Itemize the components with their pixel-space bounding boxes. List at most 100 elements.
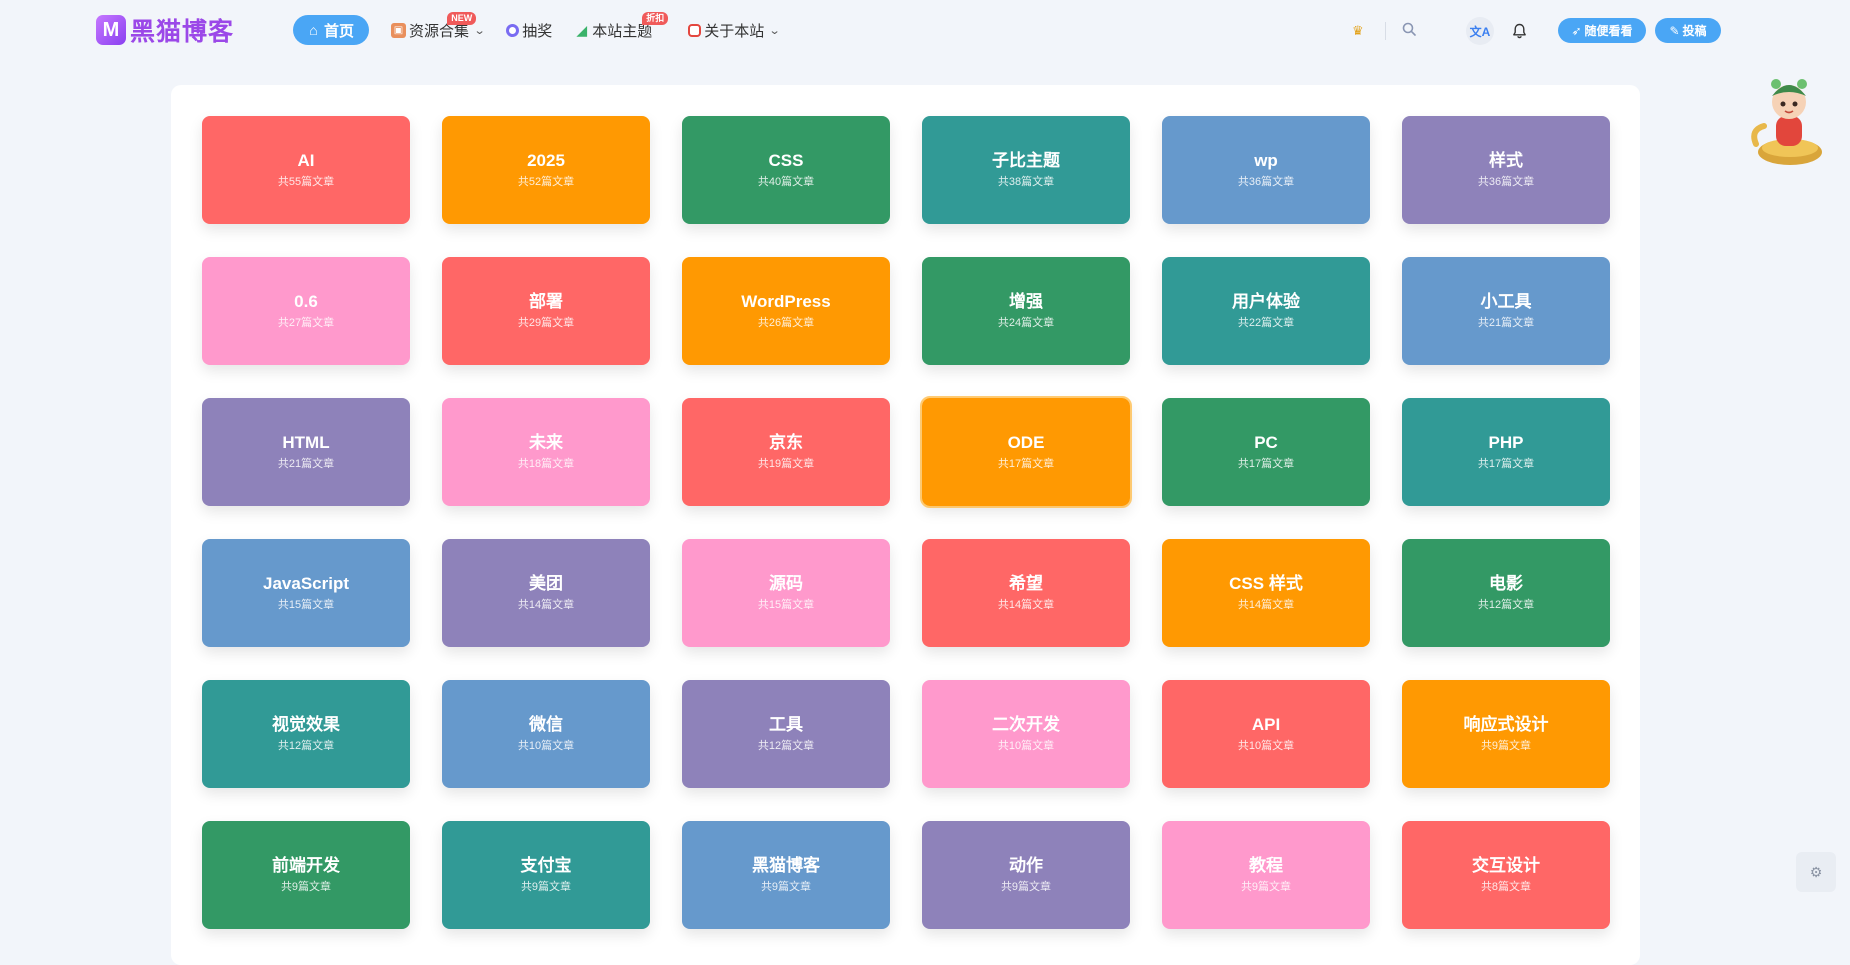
tag-card[interactable]: PHP 共17篇文章 [1402, 398, 1610, 506]
tag-post-count: 共17篇文章 [1237, 458, 1295, 470]
nav-item-resources[interactable]: ▣ 资源合集 NEW ⌄ [391, 12, 486, 45]
tag-card[interactable]: 子比主题 共38篇文章 [922, 116, 1130, 224]
tag-name: 希望 [1009, 574, 1043, 593]
tag-card[interactable]: 希望共14篇文章 [922, 539, 1130, 647]
tag-card[interactable]: 0.6 共27篇文章 [202, 257, 410, 365]
tag-card[interactable]: 2025 共52篇文章 [442, 116, 650, 224]
tag-card[interactable]: CSS 样式 共14篇文章 [1162, 539, 1370, 647]
tag-card[interactable]: AI 共55篇文章 [202, 116, 410, 224]
tag-post-count: 共27篇文章 [277, 317, 335, 329]
tag-grid: AI 共55篇文章 2025 共52篇文章 CSS 共40篇文章 子比主题 共38篇文章 wp 共… [202, 116, 1610, 929]
tag-post-count: 共18篇文章 [517, 458, 575, 470]
tag-name: 教程 [1249, 856, 1283, 875]
submit-post-label: 投稿 [1682, 24, 1707, 38]
tag-card[interactable]: JavaScript 共15篇文章 [202, 539, 410, 647]
tag-card[interactable]: WordPress 共26篇文章 [682, 257, 890, 365]
tag-post-count: 共9篇文章 [520, 881, 572, 893]
tag-post-count: 共14篇文章 [517, 599, 575, 611]
tag-card[interactable]: 样式共36篇文章 [1402, 116, 1610, 224]
gear-icon: ⚙ [1809, 863, 1823, 880]
site-header: M 黑猫博客 ⌂ 首页 ▣ 资源合集 NEW ⌄ 抽奖 ◢ 本站主题 折扣 关于… [0, 0, 1850, 62]
bell-icon[interactable] [1505, 17, 1533, 45]
tag-card[interactable]: HTML 共21篇文章 [202, 398, 410, 506]
tag-name: 前端开发 [272, 856, 340, 875]
tag-card[interactable]: 黑猫博客 共9篇文章 [682, 821, 890, 929]
tag-name: 二次开发 [992, 715, 1060, 734]
tag-card[interactable]: 交互设计 共8篇文章 [1402, 821, 1610, 929]
tag-card[interactable]: wp 共36篇文章 [1162, 116, 1370, 224]
tag-post-count: 共12篇文章 [1477, 599, 1535, 611]
tag-card[interactable]: PC 共17篇文章 [1162, 398, 1370, 506]
tag-card[interactable]: 二次开发共10篇文章 [922, 680, 1130, 788]
tag-card[interactable]: 微信 共10篇文章 [442, 680, 650, 788]
tag-post-count: 共10篇文章 [997, 740, 1055, 752]
tag-card[interactable]: 用户体验 共22篇文章 [1162, 257, 1370, 365]
tag-post-count: 共22篇文章 [1237, 317, 1295, 329]
tag-name: 交互设计 [1472, 856, 1540, 875]
settings-button[interactable]: ⚙ [1796, 852, 1836, 892]
tag-post-count: 共17篇文章 [997, 458, 1055, 470]
nav-item-lottery[interactable]: 抽奖 [506, 15, 552, 45]
tag-post-count: 共9篇文章 [760, 881, 812, 893]
tag-post-count: 共12篇文章 [757, 740, 815, 752]
tag-post-count: 共12篇文章 [277, 740, 335, 752]
random-browse-label: 随便看看 [1584, 24, 1633, 38]
tag-name: ODE [1007, 433, 1045, 452]
tag-name: 样式 [1489, 151, 1523, 170]
mascot-image[interactable] [1746, 64, 1830, 172]
tag-card[interactable]: 源码 共15篇文章 [682, 539, 890, 647]
rocket-icon: ➶ [1571, 23, 1582, 38]
tag-name: 响应式设计 [1463, 715, 1549, 734]
tag-card[interactable]: 部署共29篇文章 [442, 257, 650, 365]
tag-post-count: 共29篇文章 [517, 317, 575, 329]
about-icon [688, 23, 702, 37]
tag-card[interactable]: 小工具 共21篇文章 [1402, 257, 1610, 365]
tag-name: 2025 [527, 151, 565, 170]
tag-post-count: 共55篇文章 [277, 176, 335, 188]
nav-item-theme[interactable]: ◢ 本站主题 折扣 [574, 12, 669, 45]
translate-icon[interactable]: 文A [1466, 17, 1494, 45]
tag-post-count: 共14篇文章 [997, 599, 1055, 611]
random-browse-button[interactable]: ➶ 随便看看 [1558, 18, 1646, 43]
tag-card[interactable]: ODE 共17篇文章 [920, 396, 1132, 508]
tag-name: 部署 [529, 292, 563, 311]
home-icon: ⌂ [309, 22, 318, 38]
tag-card[interactable]: 工具 共12篇文章 [682, 680, 890, 788]
tag-post-count: 共9篇文章 [280, 881, 332, 893]
tag-card[interactable]: 支付宝共9篇文章 [442, 821, 650, 929]
tag-card[interactable]: 前端开发共9篇文章 [202, 821, 410, 929]
tag-name: PHP [1488, 433, 1524, 452]
submit-post-button[interactable]: ✎ 投稿 [1655, 18, 1721, 43]
site-logo[interactable]: M 黑猫博客 [96, 14, 234, 46]
nav-item-home[interactable]: ⌂ 首页 [293, 15, 370, 45]
tag-card[interactable]: 视觉效果共12篇文章 [202, 680, 410, 788]
tag-name: API [1251, 715, 1281, 734]
crown-icon[interactable]: ♛ [1352, 23, 1364, 39]
tag-card[interactable]: CSS 共40篇文章 [682, 116, 890, 224]
logo-text: 黑猫博客 [130, 18, 235, 46]
tag-name: AI [297, 151, 315, 170]
tag-card[interactable]: 教程 共9篇文章 [1162, 821, 1370, 929]
tag-name: 视觉效果 [272, 715, 340, 734]
nav-item-about[interactable]: 关于本站 ⌄ [688, 15, 781, 45]
chevron-down-icon: ⌄ [473, 24, 486, 37]
tag-card[interactable]: 未来 共18篇文章 [442, 398, 650, 506]
tag-card[interactable]: 美团 共14篇文章 [442, 539, 650, 647]
tag-post-count: 共15篇文章 [277, 599, 335, 611]
tag-card[interactable]: 动作 共9篇文章 [922, 821, 1130, 929]
tag-name: 京东 [769, 433, 803, 452]
lottery-icon [506, 23, 520, 37]
tag-post-count: 共10篇文章 [517, 740, 575, 752]
tag-card[interactable]: 电影 共12篇文章 [1402, 539, 1610, 647]
tag-name: 增强 [1009, 292, 1043, 311]
tag-post-count: 共19篇文章 [757, 458, 815, 470]
tag-card[interactable]: 京东共19篇文章 [682, 398, 890, 506]
tag-card[interactable]: 增强 共24篇文章 [922, 257, 1130, 365]
tag-name: 支付宝 [520, 856, 572, 875]
tag-card[interactable]: 响应式设计 共9篇文章 [1402, 680, 1610, 788]
tag-post-count: 共36篇文章 [1477, 176, 1535, 188]
tag-post-count: 共15篇文章 [757, 599, 815, 611]
tag-card[interactable]: API 共10篇文章 [1162, 680, 1370, 788]
search-icon[interactable] [1402, 22, 1418, 38]
search-icon-glyph [1402, 22, 1416, 36]
